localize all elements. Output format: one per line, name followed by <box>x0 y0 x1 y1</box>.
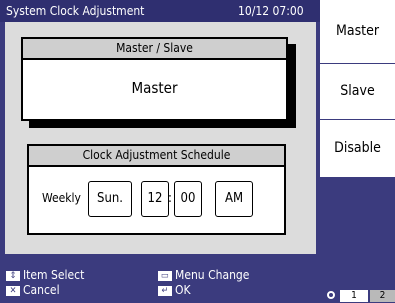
current-datetime: 10/12 07:00 <box>238 4 304 18</box>
day-field[interactable]: Sun. <box>88 181 132 217</box>
ampm-field[interactable]: AM <box>215 181 253 217</box>
minute-field[interactable]: 00 <box>174 181 202 217</box>
master-slave-header: Master / Slave <box>23 39 286 60</box>
cancel-label: Cancel <box>23 283 60 297</box>
title-bar: System Clock Adjustment 10/12 07:00 <box>0 0 320 22</box>
footer: ⇕ Item Select ✕ Cancel ▭ Menu Change ↵ OK <box>0 265 320 303</box>
hour-field[interactable]: 12 <box>141 181 169 217</box>
ok-label: OK <box>175 283 191 297</box>
menu-change-icon: ▭ <box>158 270 172 281</box>
page-dot-icon <box>327 291 335 299</box>
master-slave-value[interactable]: Master <box>23 60 286 117</box>
page-2-tab[interactable]: 2 <box>370 290 395 302</box>
screen-title: System Clock Adjustment <box>6 4 145 18</box>
footer-cancel: ✕ Cancel <box>6 283 60 297</box>
disable-option-button[interactable]: Disable <box>320 120 395 178</box>
master-option-button[interactable]: Master <box>320 0 395 64</box>
main-area: System Clock Adjustment 10/12 07:00 Mast… <box>0 0 320 303</box>
page-1-tab[interactable]: 1 <box>340 290 368 302</box>
pager: 1 2 <box>325 288 395 303</box>
footer-item-select: ⇕ Item Select <box>6 268 84 282</box>
screen: System Clock Adjustment 10/12 07:00 Mast… <box>0 0 395 303</box>
footer-menu-change: ▭ Menu Change <box>158 268 249 282</box>
schedule-row: Weekly Sun. 12 : 00 AM <box>29 167 284 233</box>
side-menu: Master Slave Disable <box>320 0 395 303</box>
enter-icon: ↵ <box>158 285 172 296</box>
master-slave-box[interactable]: Master / Slave Master <box>21 37 288 121</box>
menu-change-label: Menu Change <box>175 268 250 282</box>
side-menu-empty <box>320 178 395 303</box>
cancel-icon: ✕ <box>6 285 20 296</box>
schedule-frequency: Weekly <box>42 191 81 205</box>
item-select-label: Item Select <box>23 268 85 282</box>
schedule-header: Clock Adjustment Schedule <box>29 146 284 167</box>
schedule-box: Clock Adjustment Schedule Weekly Sun. 12… <box>27 144 286 235</box>
time-separator: : <box>168 191 172 206</box>
up-down-arrow-icon: ⇕ <box>6 270 20 281</box>
footer-ok: ↵ OK <box>158 283 191 297</box>
slave-option-button[interactable]: Slave <box>320 64 395 120</box>
